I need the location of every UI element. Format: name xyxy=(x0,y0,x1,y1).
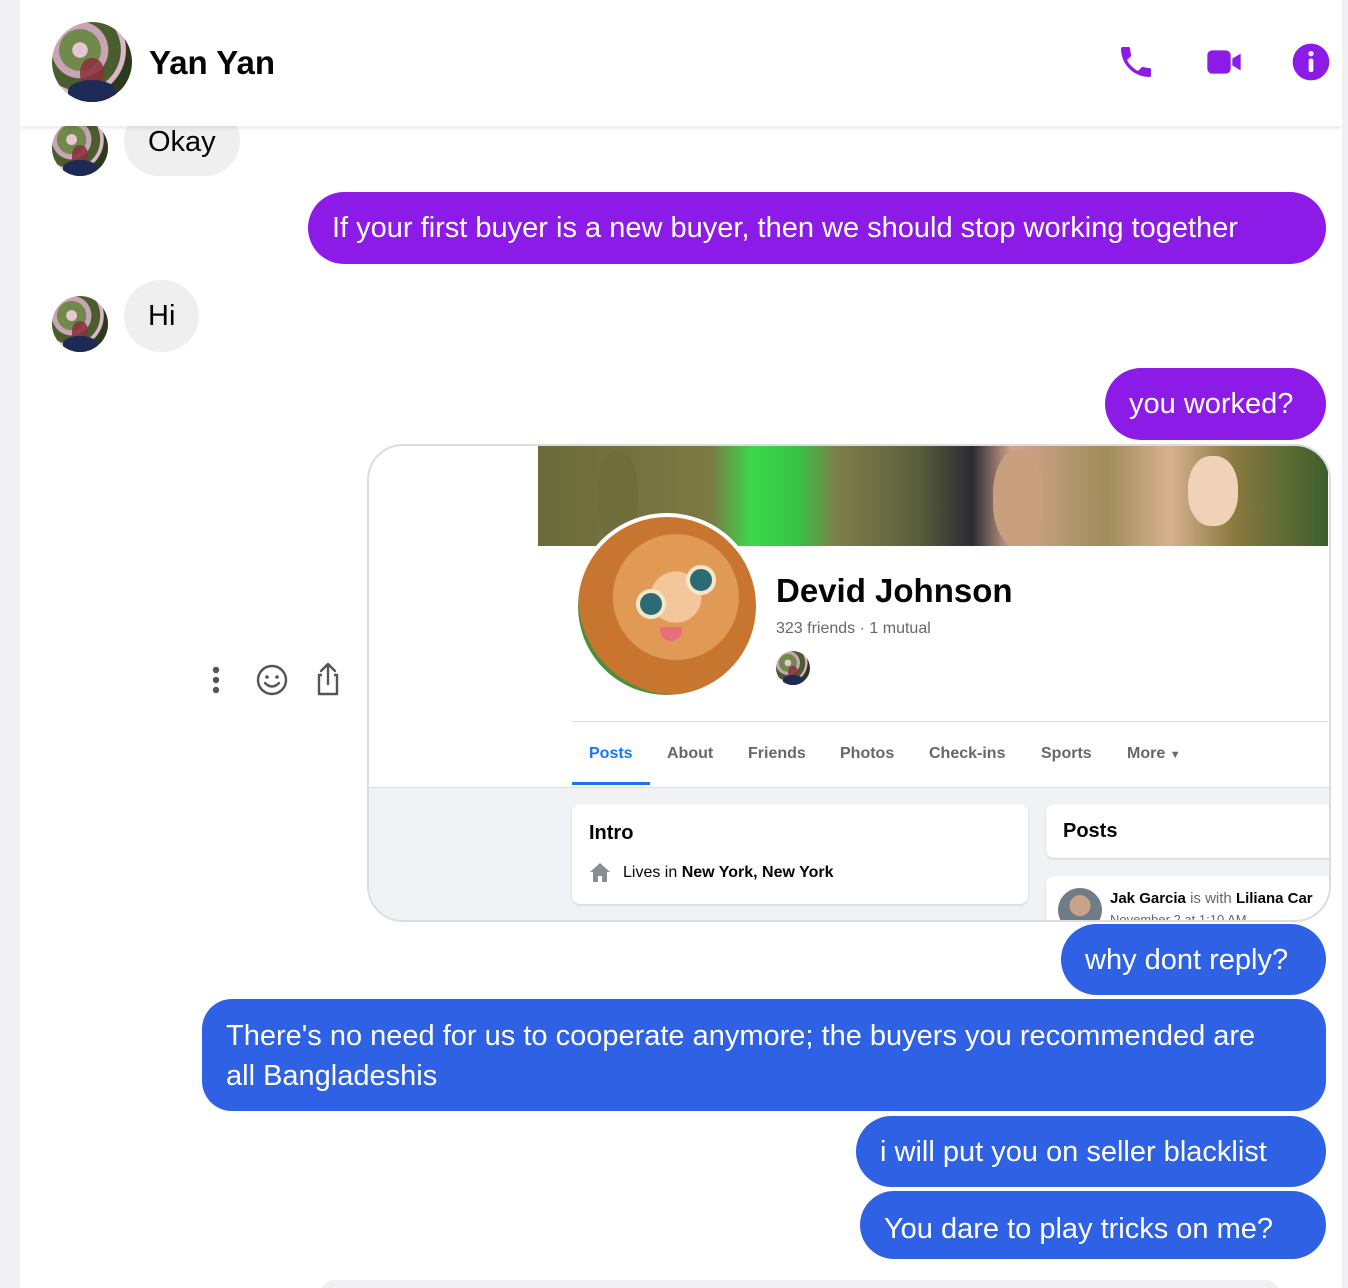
mutual-friend-avatar xyxy=(776,651,810,685)
sender-avatar[interactable] xyxy=(52,120,108,176)
active-tab-indicator xyxy=(572,782,650,785)
tab-about: About xyxy=(667,745,714,762)
posts-card: Posts xyxy=(1046,804,1329,858)
intro-card: Intro Lives in New York, New York xyxy=(572,804,1028,904)
tab-more: More ▼ xyxy=(1127,745,1181,763)
outgoing-message[interactable]: why dont reply? xyxy=(1061,924,1326,995)
profile-picture xyxy=(574,513,760,699)
profile-friends: 323 friends · 1 mutual xyxy=(776,620,931,638)
outgoing-message[interactable]: You dare to play tricks on me? xyxy=(860,1191,1326,1259)
more-options-icon[interactable] xyxy=(196,660,236,700)
posts-title: Posts xyxy=(1063,820,1118,842)
chat-header: Yan Yan xyxy=(20,0,1342,126)
tab-check-ins: Check-ins xyxy=(929,745,1006,762)
home-icon xyxy=(590,863,610,882)
outgoing-message[interactable]: If your first buyer is a new buyer, then… xyxy=(308,192,1326,264)
composer-edge xyxy=(320,1280,1280,1288)
share-icon[interactable] xyxy=(308,660,348,700)
caret-down-icon: ▼ xyxy=(1169,749,1181,761)
outgoing-message[interactable]: you worked? xyxy=(1105,368,1326,440)
info-icon[interactable] xyxy=(1291,42,1331,82)
tab-posts: Posts xyxy=(589,745,633,762)
meta-separator: · xyxy=(859,620,870,637)
post-author-avatar xyxy=(1058,888,1102,920)
outgoing-message[interactable]: i will put you on seller blacklist xyxy=(856,1116,1326,1187)
lives-in-prefix: Lives in xyxy=(623,864,678,881)
chat-panel: Yan Yan Okay If your first buyer is a ne… xyxy=(20,0,1342,1288)
mutual-count: 1 mutual xyxy=(869,620,931,637)
phone-icon[interactable] xyxy=(1116,42,1156,82)
post-date: November 2 at 1:10 AM xyxy=(1110,912,1247,922)
emoji-reaction-icon[interactable] xyxy=(252,660,292,700)
post-preview: Jak Garcia is with Liliana Car November … xyxy=(1046,876,1329,922)
incoming-message[interactable]: Hi xyxy=(124,280,200,352)
friends-count: 323 friends xyxy=(776,620,856,637)
post-with: is with xyxy=(1190,890,1232,907)
tabs-divider xyxy=(572,721,1328,722)
sender-avatar[interactable] xyxy=(52,296,108,352)
post-header: Jak Garcia is with Liliana Car xyxy=(1110,890,1313,907)
lives-in-place: New York, New York xyxy=(681,864,834,881)
contact-avatar[interactable] xyxy=(52,22,132,102)
profile-name: Devid Johnson xyxy=(776,572,1013,609)
outgoing-message[interactable]: There's no need for us to cooperate anym… xyxy=(202,999,1326,1111)
tab-more-label: More xyxy=(1127,745,1166,762)
image-attachment[interactable]: Devid Johnson 323 friends · 1 mutual Pos… xyxy=(367,444,1331,922)
tab-friends: Friends xyxy=(748,745,806,762)
video-camera-icon[interactable] xyxy=(1204,42,1244,82)
contact-name[interactable]: Yan Yan xyxy=(149,44,275,82)
tab-sports: Sports xyxy=(1041,745,1092,762)
lives-in: Lives in New York, New York xyxy=(623,864,833,882)
intro-title: Intro xyxy=(589,822,634,844)
tab-photos: Photos xyxy=(840,745,895,762)
post-tagged: Liliana Car xyxy=(1235,890,1313,907)
post-author: Jak Garcia xyxy=(1110,890,1186,907)
